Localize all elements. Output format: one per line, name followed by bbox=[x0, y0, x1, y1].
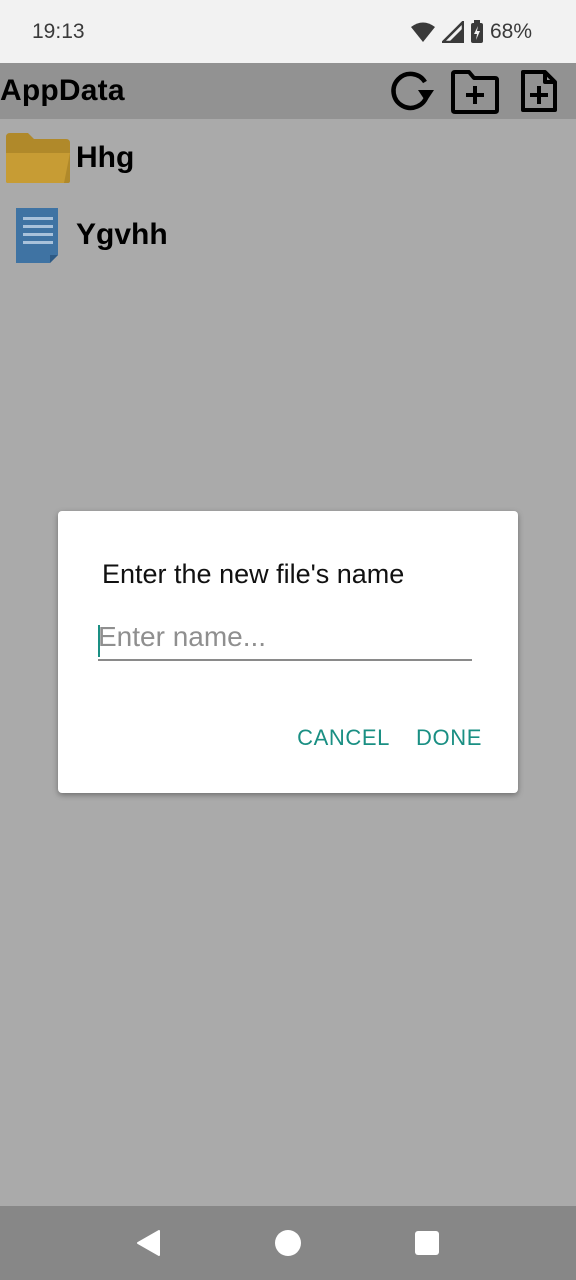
recents-button[interactable] bbox=[397, 1213, 457, 1273]
toolbar-title: AppData bbox=[0, 74, 125, 107]
done-button[interactable]: DONE bbox=[416, 725, 482, 751]
dialog-title: Enter the new file's name bbox=[102, 559, 405, 589]
toolbar-actions bbox=[386, 66, 564, 116]
screen: 19:13 68% AppData Hhg Ygvhh Enter the ne… bbox=[0, 0, 576, 1280]
list-item-name: Ygvhh bbox=[76, 217, 168, 251]
battery-charging-icon bbox=[470, 19, 484, 44]
recents-icon bbox=[414, 1231, 439, 1255]
cell-signal-icon bbox=[441, 20, 464, 43]
status-time: 19:13 bbox=[32, 19, 85, 43]
file-name-input[interactable] bbox=[98, 619, 472, 661]
new-file-dialog: Enter the new file's name CANCEL DONE bbox=[58, 511, 518, 793]
wifi-icon bbox=[410, 21, 436, 43]
new-file-button[interactable] bbox=[514, 66, 564, 116]
navigation-bar bbox=[0, 1206, 576, 1280]
list-item[interactable]: Hhg bbox=[0, 119, 576, 196]
home-button[interactable] bbox=[258, 1213, 318, 1273]
status-bar: 19:13 68% bbox=[0, 0, 576, 63]
refresh-button[interactable] bbox=[386, 66, 436, 116]
text-caret bbox=[98, 625, 100, 657]
list-item-name: Hhg bbox=[76, 140, 135, 174]
name-input-wrapper bbox=[98, 619, 472, 663]
back-button[interactable] bbox=[119, 1213, 179, 1273]
folder-icon bbox=[0, 126, 76, 190]
new-folder-icon bbox=[451, 70, 499, 114]
home-icon bbox=[274, 1230, 301, 1256]
dialog-actions: CANCEL DONE bbox=[297, 725, 482, 751]
document-icon bbox=[0, 203, 76, 267]
status-icons: 68% bbox=[410, 19, 532, 44]
list-item[interactable]: Ygvhh bbox=[0, 196, 576, 273]
new-file-icon bbox=[521, 70, 557, 112]
app-toolbar: AppData bbox=[0, 63, 576, 119]
back-icon bbox=[137, 1230, 161, 1256]
refresh-icon bbox=[391, 71, 434, 111]
new-folder-button[interactable] bbox=[450, 66, 500, 116]
battery-percent: 68% bbox=[489, 19, 532, 43]
cancel-button[interactable]: CANCEL bbox=[297, 725, 390, 751]
